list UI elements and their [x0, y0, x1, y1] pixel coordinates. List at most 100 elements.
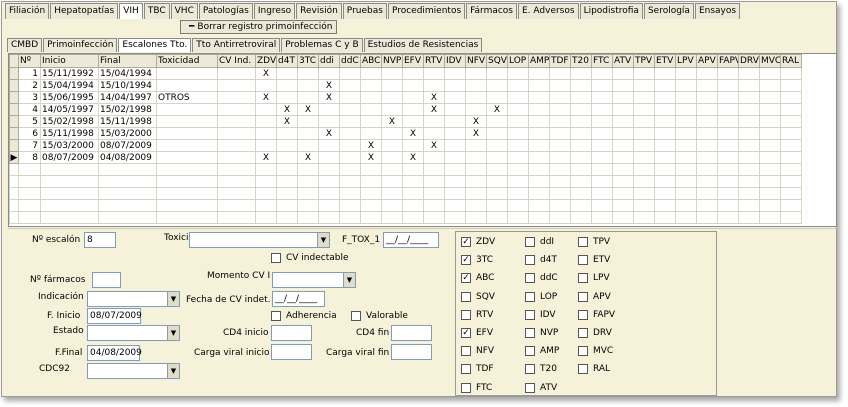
momento-cv-select[interactable]: ▼ — [272, 272, 356, 288]
drug-checkbox-fapv[interactable]: FAPV — [578, 309, 615, 320]
sub-tab[interactable]: CMBD — [7, 38, 43, 52]
cd4-fin-input[interactable] — [391, 325, 432, 341]
main-tab[interactable]: Procedimientos — [387, 3, 466, 19]
finicio-date-input[interactable]: 08/07/2009 — [87, 308, 142, 324]
delete-primoinfection-button[interactable]: ━ Borrar registro primoinfección — [180, 20, 337, 34]
column-header[interactable]: ATV — [612, 54, 634, 68]
table-row[interactable]: 5 15/02/1998 15/11/1998 X X X — [9, 115, 802, 128]
column-header[interactable]: Toxicidad — [156, 54, 218, 68]
column-header[interactable]: ddC — [339, 54, 361, 68]
column-header[interactable]: EFV — [402, 54, 424, 68]
drug-checkbox-ftc[interactable]: FTC — [461, 382, 492, 393]
row-selector[interactable] — [9, 91, 19, 104]
drug-checkbox-tdf[interactable]: TDF — [461, 364, 494, 375]
indicacion-select[interactable]: ▼ — [87, 291, 180, 307]
column-header[interactable]: LPV — [675, 54, 697, 68]
sub-tab[interactable]: Primoinfección — [43, 38, 118, 52]
row-selector[interactable] — [9, 127, 19, 140]
table-row[interactable]: ▶ 8 08/07/2009 04/08/2009 X X X X — [9, 151, 802, 164]
drug-checkbox-rtv[interactable]: RTV — [461, 309, 493, 320]
sub-tab[interactable]: Tto Antirretroviral — [192, 38, 281, 52]
sub-tab[interactable]: Escalones Tto. — [118, 38, 192, 52]
table-row[interactable]: 2 15/04/1994 15/10/1994 X — [9, 79, 802, 92]
column-header[interactable]: T20 — [570, 54, 592, 68]
column-header[interactable]: ABC — [360, 54, 382, 68]
main-tab[interactable]: VIH — [119, 3, 143, 19]
drug-checkbox-nfv[interactable]: NFV — [461, 346, 494, 357]
column-header[interactable]: APV — [696, 54, 718, 68]
drug-checkbox-ddc[interactable]: ddC — [525, 273, 558, 284]
estado-select[interactable]: ▼ — [87, 325, 180, 341]
column-header[interactable]: TPV — [633, 54, 655, 68]
column-header[interactable]: IDV — [444, 54, 466, 68]
carga-fin-input[interactable] — [391, 344, 432, 360]
drug-checkbox-lop[interactable]: LOP — [525, 291, 557, 302]
sub-tab[interactable]: Problemas C y B — [281, 38, 363, 52]
main-tab[interactable]: Revisión — [296, 3, 342, 19]
cd4-inicio-input[interactable] — [271, 325, 312, 341]
drug-checkbox-mvc[interactable]: MVC — [578, 346, 613, 357]
column-header[interactable]: DRV — [738, 54, 760, 68]
row-selector[interactable] — [9, 103, 19, 116]
drug-checkbox-nvp[interactable]: NVP — [525, 328, 558, 338]
column-header[interactable]: d4T — [276, 54, 298, 68]
drug-checkbox-drv[interactable]: DRV — [578, 328, 612, 338]
column-header[interactable]: RTV — [423, 54, 445, 68]
row-selector[interactable] — [9, 115, 19, 128]
drug-checkbox-zdv[interactable]: ✓ ZDV — [461, 237, 495, 247]
treatment-steps-grid[interactable]: Nº Inicio Final Toxicidad CV Ind. ZDV d4T 3TC dd… — [8, 53, 837, 227]
row-selector[interactable] — [9, 139, 19, 152]
cv-indectable-checkbox[interactable]: CV indectable — [271, 253, 349, 263]
ffinal-date-input[interactable]: 04/08/2009 — [87, 345, 142, 361]
main-tab[interactable]: VHC — [170, 3, 198, 19]
drug-checkbox-ddi[interactable]: ddI — [525, 237, 554, 247]
drug-checkbox-ral[interactable]: RAL — [578, 364, 610, 375]
column-header[interactable]: Final — [98, 54, 157, 68]
main-tab[interactable]: TBC — [143, 3, 170, 19]
main-tab[interactable]: Pruebas — [342, 3, 387, 19]
drug-checkbox-atv[interactable]: ATV — [525, 382, 557, 393]
main-tab[interactable]: Ingreso — [253, 3, 296, 19]
escalon-input[interactable]: 8 — [84, 232, 116, 248]
drug-checkbox-lpv[interactable]: LPV — [578, 273, 610, 284]
drug-checkbox-efv[interactable]: ✓ EFV — [461, 328, 493, 338]
drug-checkbox-idv[interactable]: IDV — [525, 309, 556, 320]
main-tab[interactable]: Fármacos — [466, 3, 517, 19]
column-header[interactable]: NVP — [381, 54, 403, 68]
main-tab[interactable]: E. Adversos — [518, 3, 579, 19]
drug-checkbox-sqv[interactable]: SQV — [461, 291, 495, 302]
table-row[interactable]: 4 14/05/1997 15/02/1998 X X X X — [9, 103, 802, 116]
drug-checkbox-d4t[interactable]: d4T — [525, 255, 557, 266]
column-header[interactable]: ZDV — [255, 54, 277, 68]
table-row[interactable]: 3 15/06/1995 14/04/1997 OTROS X X X — [9, 91, 802, 104]
adherencia-checkbox[interactable]: Adherencia — [271, 311, 337, 321]
column-header[interactable]: SQV — [486, 54, 508, 68]
main-tab[interactable]: Serología — [643, 3, 694, 19]
column-header[interactable]: Nº — [18, 54, 41, 68]
column-header[interactable]: RAL — [780, 54, 802, 68]
current-row-pointer-icon[interactable]: ▶ — [9, 151, 19, 164]
main-tab[interactable]: Hepatopatías — [50, 3, 119, 19]
nfarmacos-input[interactable] — [92, 272, 121, 288]
column-header[interactable]: TDF — [549, 54, 571, 68]
cdc92-select[interactable]: ▼ — [87, 363, 180, 379]
table-row[interactable]: 7 15/03/2000 08/07/2009 X X — [9, 139, 802, 152]
row-selector[interactable] — [9, 79, 19, 92]
drug-checkbox-tpv[interactable]: TPV — [578, 237, 610, 247]
column-header[interactable]: MVC — [759, 54, 781, 68]
drug-checkbox-abc[interactable]: ✓ ABC — [461, 273, 494, 284]
main-tab[interactable]: Ensayos — [694, 3, 741, 19]
main-tab[interactable]: Filiación — [5, 3, 50, 19]
toxicidad-select[interactable]: ▼ — [189, 232, 330, 248]
column-header[interactable]: AMP — [528, 54, 550, 68]
column-header[interactable]: 3TC — [297, 54, 319, 68]
column-header[interactable]: NFV — [465, 54, 487, 68]
drug-checkbox-etv[interactable]: ETV — [578, 255, 610, 266]
sub-tab[interactable]: Estudios de Resistencias — [363, 38, 483, 52]
main-tab[interactable]: Patologías — [198, 3, 253, 19]
drug-checkbox-amp[interactable]: AMP — [525, 346, 559, 357]
column-header[interactable]: ETV — [654, 54, 676, 68]
row-selector[interactable] — [9, 67, 19, 80]
drug-checkbox-3tc[interactable]: ✓ 3TC — [461, 255, 493, 266]
column-header[interactable]: FAPV — [717, 54, 739, 68]
